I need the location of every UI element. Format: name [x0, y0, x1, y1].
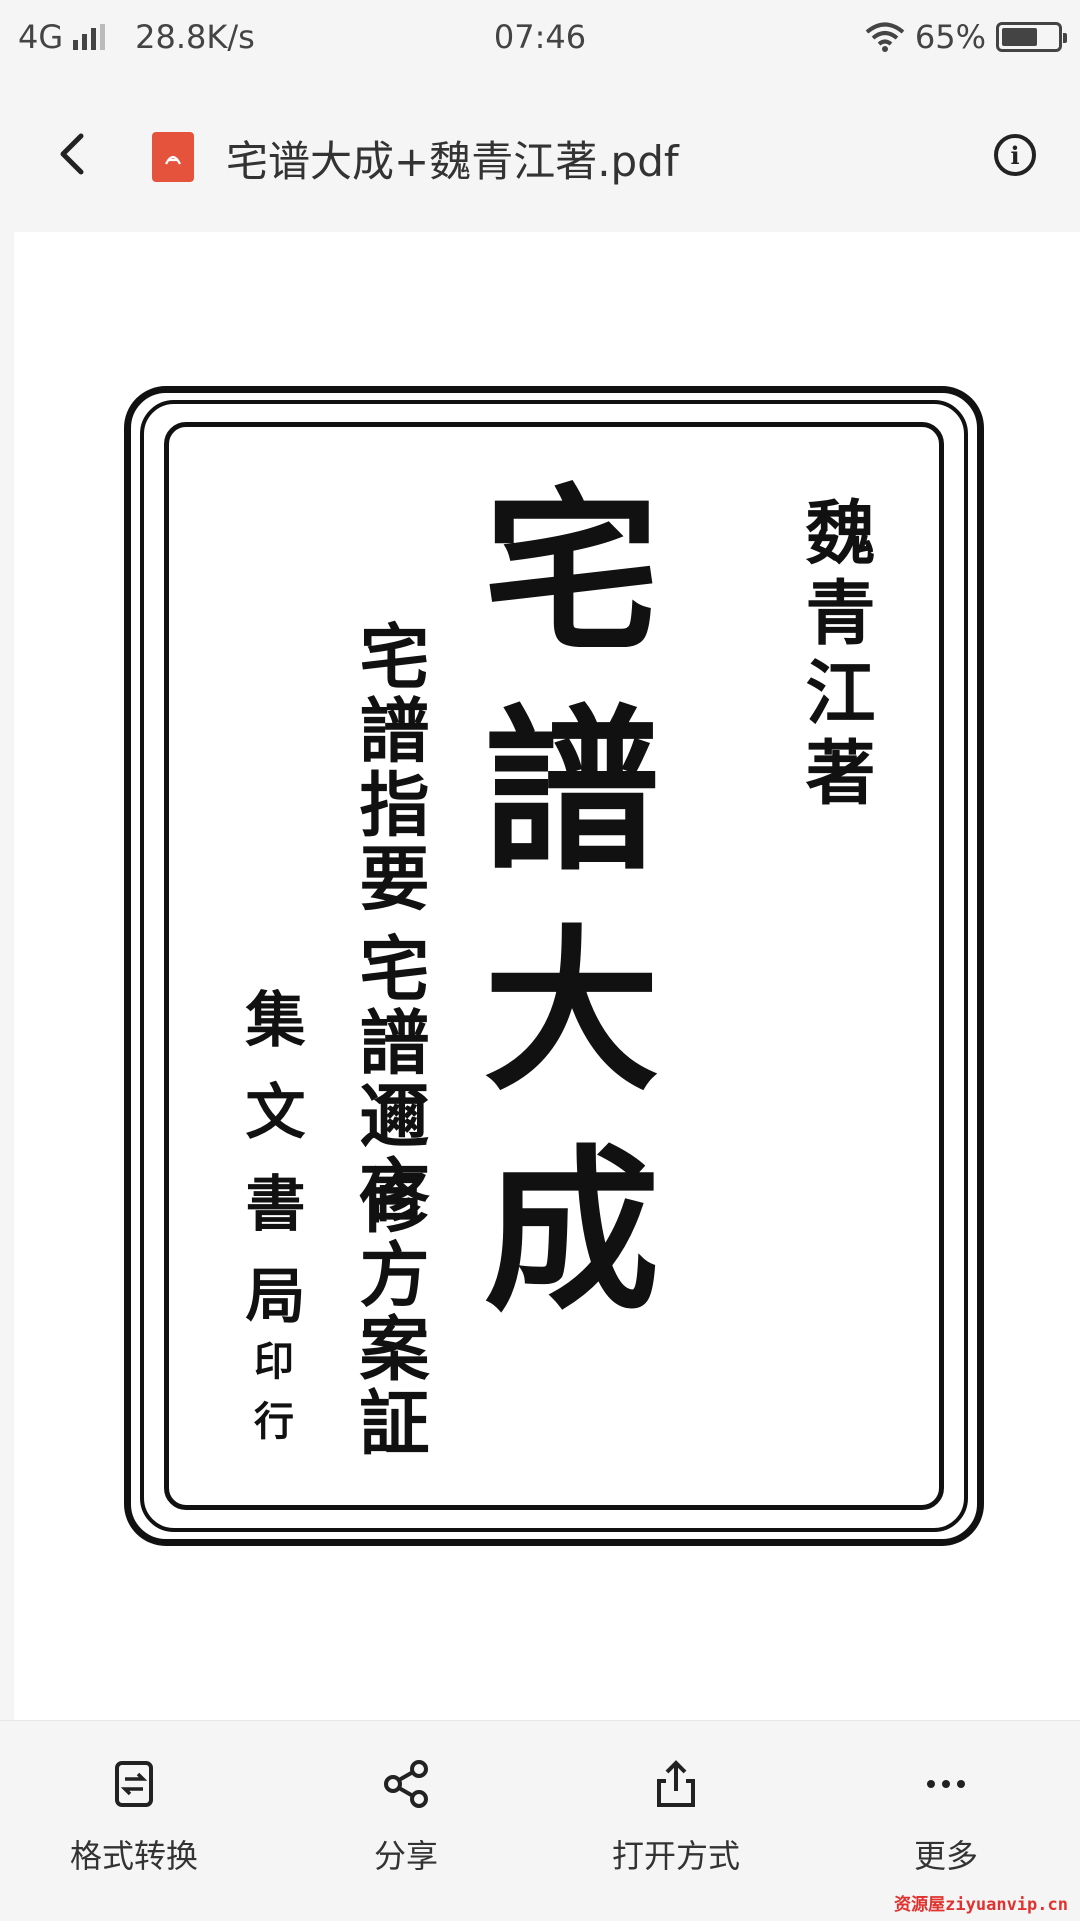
- pdf-page[interactable]: 宅譜大成 魏青江著 宅譜指要 宅譜邇言 修方案証 集文書局 印行: [14, 232, 1080, 1720]
- battery-level: [1002, 28, 1038, 46]
- open-with-icon: [657, 1760, 695, 1807]
- app-header: 宅谱大成+魏青江著.pdf i: [0, 76, 1080, 232]
- document-viewer[interactable]: 宅譜大成 魏青江著 宅譜指要 宅譜邇言 修方案証 集文書局 印行: [0, 232, 1080, 1720]
- subtitle-3: 修方案証: [348, 1164, 431, 1460]
- info-icon: i: [1010, 140, 1020, 170]
- share-icon: [384, 1760, 428, 1808]
- share-label: 分享: [373, 1837, 438, 1875]
- status-right: 65%: [865, 18, 1067, 56]
- format-convert-label: 格式转换: [69, 1837, 198, 1875]
- wifi-icon: [865, 22, 905, 52]
- pdf-icon: [152, 132, 194, 182]
- status-bar: 4G 28.8K/s 07:46 65%: [0, 0, 1080, 76]
- battery-percent: 65%: [914, 18, 986, 56]
- watermark: 资源屋ziyuanvip.cn: [894, 1895, 1068, 1915]
- share-button[interactable]: 分享: [306, 1757, 506, 1877]
- more-label: 更多: [913, 1837, 978, 1875]
- back-button[interactable]: [44, 126, 100, 182]
- more-icon: [927, 1780, 965, 1788]
- book-author: 魏青江著: [794, 496, 877, 816]
- printing-note: 印行: [247, 1340, 294, 1460]
- open-with-button[interactable]: 打开方式: [576, 1757, 776, 1877]
- book-title: 宅譜大成: [453, 478, 660, 1358]
- info-button[interactable]: i: [994, 134, 1036, 176]
- format-convert-button[interactable]: 格式转换: [34, 1757, 234, 1877]
- chevron-left-icon: [60, 133, 84, 175]
- battery-icon: [996, 22, 1067, 52]
- publisher: 集文書局: [235, 988, 305, 1356]
- subtitle-1: 宅譜指要: [348, 620, 431, 916]
- more-button[interactable]: 更多: [846, 1757, 1046, 1877]
- file-title: 宅谱大成+魏青江著.pdf: [226, 137, 679, 186]
- format-convert-icon: [115, 1761, 153, 1807]
- open-with-label: 打开方式: [611, 1837, 740, 1875]
